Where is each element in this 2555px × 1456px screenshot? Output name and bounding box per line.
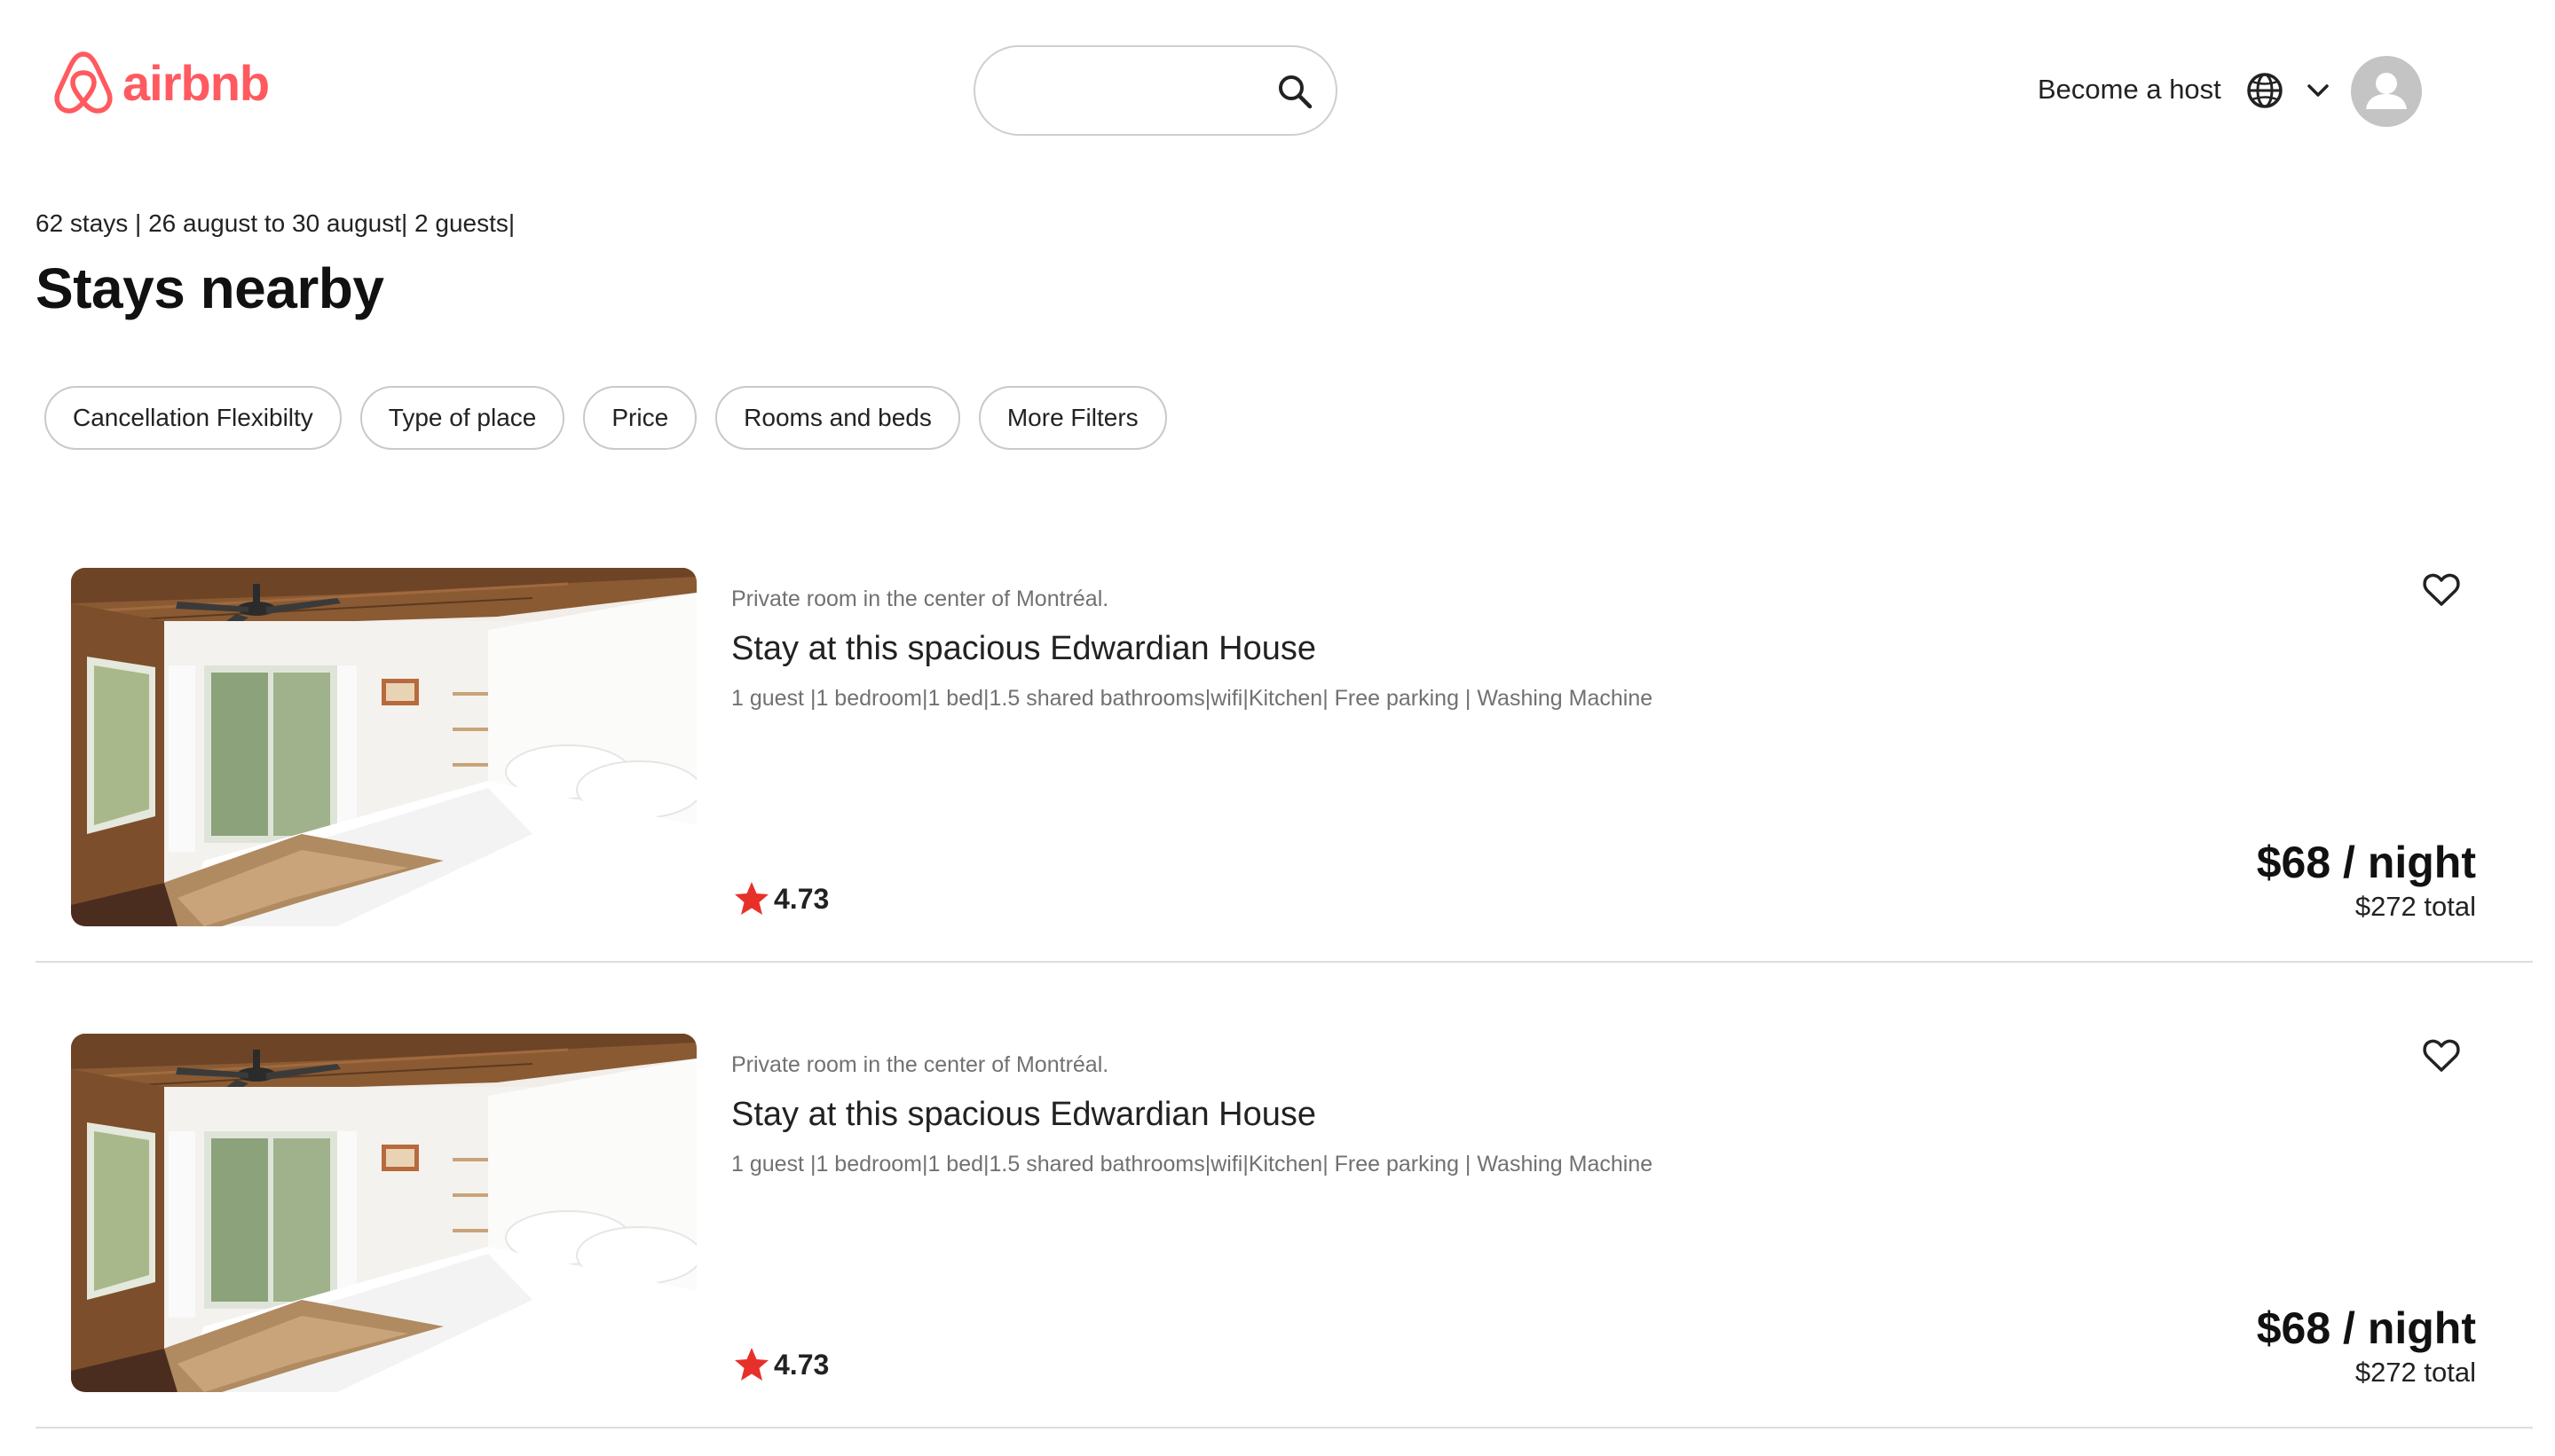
- chevron-down-icon[interactable]: [2305, 80, 2331, 101]
- bedroom-photo: [71, 568, 697, 926]
- filter-cancellation-flexibility-button[interactable]: Cancellation Flexibilty: [44, 386, 342, 450]
- search-icon[interactable]: [1275, 72, 1314, 111]
- search-input[interactable]: [1002, 65, 1272, 120]
- search-summary: 62 stays | 26 august to 30 august| 2 gue…: [35, 209, 516, 237]
- page-title: Stays nearby: [35, 256, 384, 320]
- listing-amenities: 1 guest |1 bedroom|1 bed|1.5 shared bath…: [731, 1152, 1653, 1177]
- filter-price-button[interactable]: Price: [583, 386, 698, 450]
- listing-title[interactable]: Stay at this spacious Edwardian House: [731, 1096, 1316, 1134]
- user-icon: [2366, 73, 2407, 109]
- rating-value: 4.73: [774, 882, 830, 915]
- price-total: $272 total: [2354, 1357, 2476, 1388]
- star-icon: [735, 1348, 769, 1381]
- filter-type-of-place-button[interactable]: Type of place: [359, 386, 565, 450]
- listing-photo[interactable]: [71, 568, 697, 926]
- price-total: $272 total: [2354, 891, 2476, 922]
- logo-wordmark: airbnb: [122, 54, 270, 111]
- listing-rating: 4.73: [733, 880, 829, 917]
- listing-divider: [35, 961, 2533, 963]
- star-icon: [735, 882, 769, 915]
- top-header: airbnb Become a host: [0, 0, 2555, 177]
- heart-icon[interactable]: [2420, 1034, 2463, 1076]
- listing-photo[interactable]: [71, 1034, 697, 1392]
- heart-icon[interactable]: [2420, 568, 2463, 610]
- price-per-night: $68 / night: [2256, 1303, 2476, 1353]
- listing-rating: 4.73: [733, 1346, 829, 1383]
- globe-icon[interactable]: [2245, 71, 2284, 110]
- listing-card[interactable]: Private room in the center of Montréal. …: [35, 1034, 2533, 1456]
- listing-amenities: 1 guest |1 bedroom|1 bed|1.5 shared bath…: [731, 686, 1653, 711]
- listing-subtitle: Private room in the center of Montréal.: [731, 1052, 1109, 1077]
- listing-divider: [35, 1427, 2533, 1428]
- listing-subtitle: Private room in the center of Montréal.: [731, 586, 1109, 611]
- page: airbnb Become a host 62 stays | 26 augus…: [0, 0, 2555, 1456]
- listing-card[interactable]: Private room in the center of Montréal. …: [35, 568, 2533, 1034]
- filter-more-filters-button[interactable]: More Filters: [978, 386, 1167, 450]
- price-per-night: $68 / night: [2256, 838, 2476, 887]
- search-bar[interactable]: [974, 45, 1337, 136]
- rating-value: 4.73: [774, 1348, 830, 1381]
- logo[interactable]: airbnb: [53, 49, 270, 116]
- listing-title[interactable]: Stay at this spacious Edwardian House: [731, 630, 1316, 668]
- filter-rooms-and-beds-button[interactable]: Rooms and beds: [715, 386, 960, 450]
- become-a-host-link[interactable]: Become a host: [2038, 74, 2221, 106]
- filter-bar: Cancellation Flexibilty Type of place Pr…: [44, 386, 1167, 450]
- bedroom-photo: [71, 1034, 697, 1392]
- airbnb-belo-icon: [54, 51, 113, 114]
- user-avatar[interactable]: [2351, 56, 2422, 127]
